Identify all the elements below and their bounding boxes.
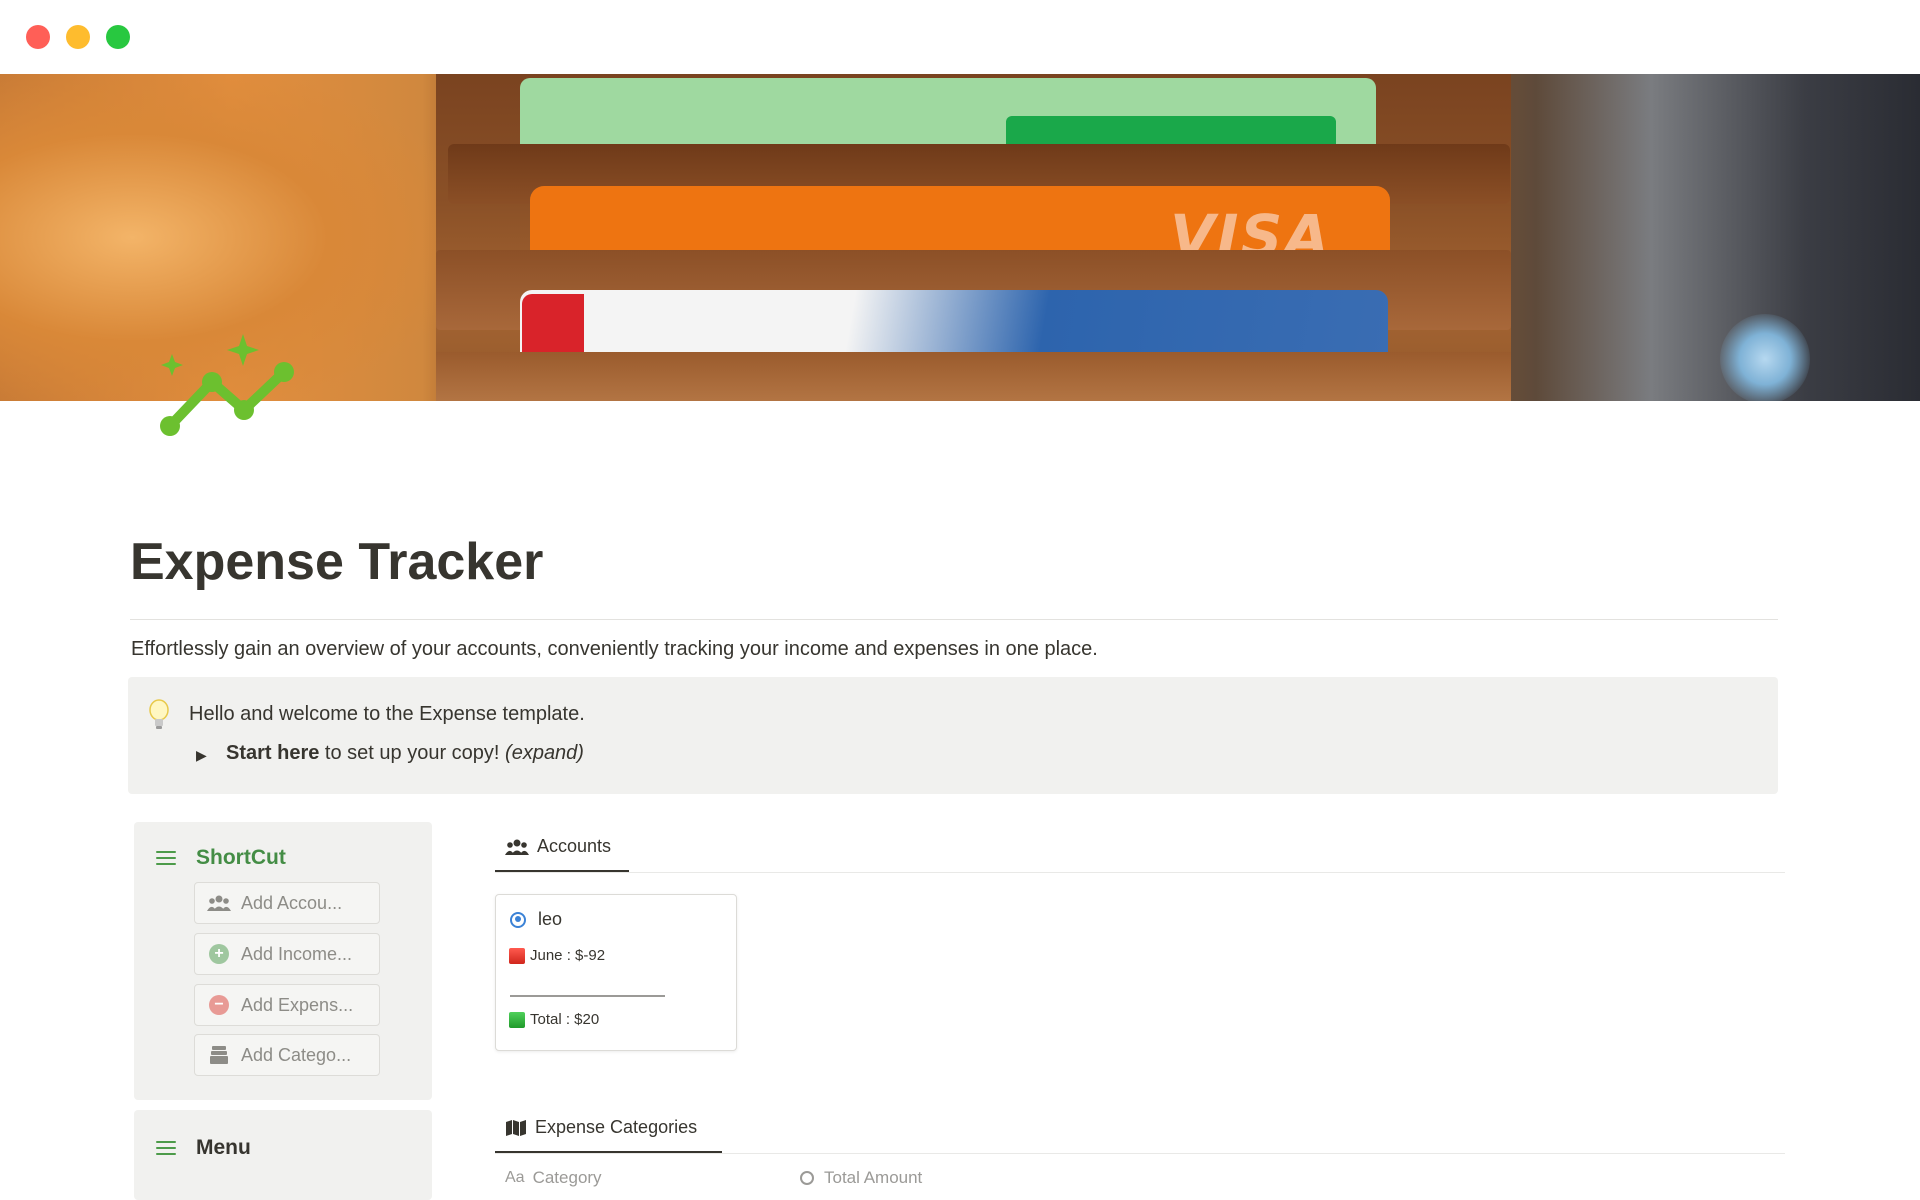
page-description[interactable]: Effortlessly gain an overview of your ac… [131, 638, 1098, 661]
text-property-icon: Aa [505, 1169, 525, 1186]
trend-sparkle-icon[interactable] [150, 330, 300, 450]
accounts-view-divider [495, 872, 1785, 873]
minus-circle-icon: − [207, 993, 231, 1017]
column-header-total-amount[interactable]: Total Amount [800, 1168, 922, 1188]
add-category-button[interactable]: Add Catego... [194, 1034, 380, 1076]
bokeh-light [1720, 314, 1810, 401]
menu-panel: Menu [134, 1110, 432, 1200]
add-account-label: Add Accou... [241, 892, 343, 913]
tab-expense-categories-label: Expense Categories [535, 1117, 698, 1137]
shortcut-header[interactable]: ShortCut [156, 846, 286, 870]
account-name-row: leo [510, 909, 562, 930]
account-total-row: Total : $20 [509, 1011, 599, 1028]
red-square-icon [509, 947, 525, 964]
toggle-bold-text: Start here [226, 742, 320, 764]
shortcut-title: ShortCut [196, 846, 286, 869]
people-icon [505, 839, 529, 855]
archive-icon [207, 1043, 231, 1067]
menu-lines-icon [156, 1141, 176, 1155]
page-title[interactable]: Expense Tracker [130, 532, 543, 592]
tab-accounts-label: Accounts [537, 836, 612, 856]
close-window-button[interactable] [26, 25, 50, 49]
account-month-row: June : $-92 [509, 947, 605, 964]
add-income-label: Add Income... [241, 943, 353, 964]
people-icon [207, 891, 231, 915]
minimize-window-button[interactable] [66, 25, 90, 49]
add-expense-label: Add Expens... [241, 994, 354, 1015]
account-name: leo [538, 909, 563, 929]
user-circle-icon [510, 911, 526, 928]
add-income-button[interactable]: + Add Income... [194, 933, 380, 975]
tab-accounts[interactable]: Accounts [505, 836, 611, 857]
column-header-category[interactable]: Aa Category [505, 1168, 602, 1188]
account-total-value: Total : $20 [530, 1011, 600, 1028]
wallet-pocket-bottom [436, 352, 1511, 401]
column-category-label: Category [532, 1168, 602, 1187]
menu-lines-icon [156, 851, 176, 865]
toggle-triangle-icon[interactable]: ▶ [196, 747, 207, 764]
menu-header[interactable]: Menu [156, 1136, 251, 1160]
callout-welcome-text: Hello and welcome to the Expense templat… [189, 703, 585, 725]
account-card-leo[interactable]: leo June : $-92 ——————————— Total : $20 [495, 894, 737, 1051]
add-account-button[interactable]: Add Accou... [194, 882, 380, 924]
column-total-amount-label: Total Amount [824, 1168, 923, 1187]
add-expense-button[interactable]: − Add Expens... [194, 984, 380, 1026]
start-here-toggle[interactable]: Start here to set up your copy! (expand) [226, 742, 584, 765]
zoom-window-button[interactable] [106, 25, 130, 49]
shortcut-panel: ShortCut Add Accou... + Add Income... − … [134, 822, 432, 1100]
toggle-italic-text: (expand) [505, 742, 584, 764]
toggle-text: to set up your copy! [319, 742, 506, 764]
green-square-icon [509, 1011, 525, 1028]
lightbulb-icon [149, 699, 169, 729]
map-icon [506, 1119, 526, 1136]
categories-view-divider [495, 1153, 1785, 1154]
account-separator: ——————————— [510, 987, 665, 1004]
tab-expense-categories[interactable]: Expense Categories [505, 1117, 697, 1138]
window-titlebar [0, 0, 1920, 74]
menu-title: Menu [196, 1136, 251, 1159]
plus-circle-icon: + [207, 942, 231, 966]
account-month-value: June : $-92 [530, 947, 606, 964]
welcome-callout: Hello and welcome to the Expense templat… [128, 677, 1778, 794]
title-divider [130, 619, 1778, 620]
add-category-label: Add Catego... [241, 1044, 352, 1065]
search-formula-icon [800, 1171, 814, 1185]
